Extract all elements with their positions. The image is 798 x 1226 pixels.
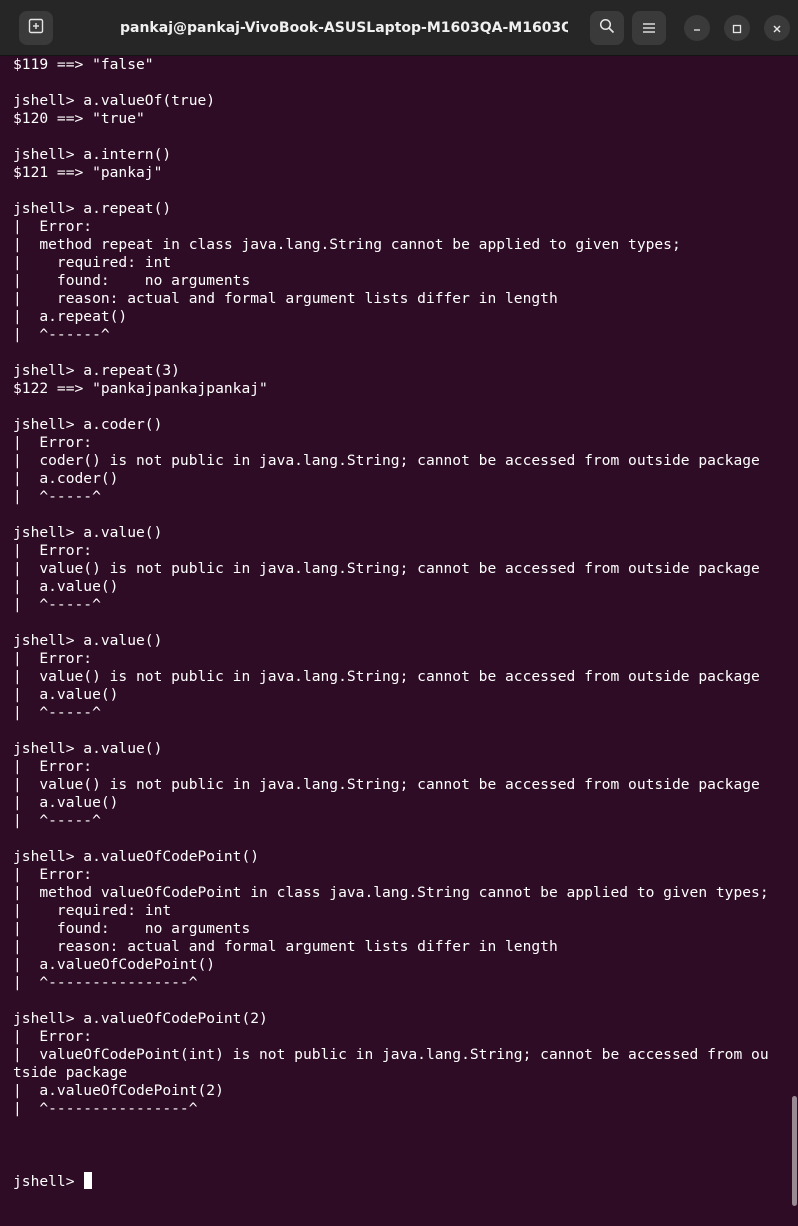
terminal-line: | ^----------------^ xyxy=(13,974,198,991)
text-cursor xyxy=(84,1172,93,1189)
active-prompt-line[interactable]: jshell> xyxy=(13,1172,798,1190)
terminal-line: | Error: xyxy=(13,650,93,667)
terminal-line: | method repeat in class java.lang.Strin… xyxy=(13,236,681,253)
terminal-line: | value() is not public in java.lang.Str… xyxy=(13,776,760,793)
terminal-line: jshell> a.repeat(3) xyxy=(13,362,180,379)
terminal-line: $122 ==> "pankajpankajpankaj" xyxy=(13,380,268,397)
terminal-line: jshell> a.value() xyxy=(13,632,163,649)
terminal-line: jshell> a.coder() xyxy=(13,416,163,433)
terminal-line: | found: no arguments xyxy=(13,920,251,937)
terminal-line: | found: no arguments xyxy=(13,272,251,289)
terminal-line: jshell> a.valueOfCodePoint() xyxy=(13,848,260,865)
terminal-line: | ^-----^ xyxy=(13,812,101,829)
terminal-line: jshell> a.repeat() xyxy=(13,200,172,217)
close-icon xyxy=(772,19,782,38)
terminal-line: | required: int xyxy=(13,902,172,919)
terminal-line: | Error: xyxy=(13,758,93,775)
window-title: pankaj@pankaj-VivoBook-ASUSLaptop-M1603Q… xyxy=(120,20,568,36)
maximize-button[interactable] xyxy=(724,15,750,41)
search-icon xyxy=(599,18,615,38)
terminal-line: | a.repeat() xyxy=(13,308,128,325)
prompt-text: jshell> xyxy=(13,1173,84,1190)
terminal-line: | Error: xyxy=(13,434,93,451)
terminal-line: | a.value() xyxy=(13,686,119,703)
scrollbar[interactable] xyxy=(792,1096,797,1206)
terminal-line: $121 ==> "pankaj" xyxy=(13,164,163,181)
terminal-view[interactable]: $119 ==> "false" jshell> a.valueOf(true) $… xyxy=(0,56,798,1206)
terminal-line: | ^-----^ xyxy=(13,596,101,613)
new-tab-icon xyxy=(28,18,44,38)
terminal-line: | a.value() xyxy=(13,578,119,595)
menu-button[interactable] xyxy=(632,11,666,45)
terminal-line: | value() is not public in java.lang.Str… xyxy=(13,668,760,685)
terminal-line: | Error: xyxy=(13,542,93,559)
terminal-line: jshell> a.value() xyxy=(13,524,163,541)
window-titlebar[interactable]: pankaj@pankaj-VivoBook-ASUSLaptop-M1603Q… xyxy=(0,0,798,56)
terminal-line: | valueOfCodePoint(int) is not public in… xyxy=(13,1046,769,1063)
terminal-line: | coder() is not public in java.lang.Str… xyxy=(13,452,760,469)
search-button[interactable] xyxy=(590,11,624,45)
terminal-line: | ^-----^ xyxy=(13,488,101,505)
terminal-line: | method valueOfCodePoint in class java.… xyxy=(13,884,769,901)
terminal-line: | ^------^ xyxy=(13,326,110,343)
terminal-output: $119 ==> "false" jshell> a.valueOf(true) $… xyxy=(0,56,798,1136)
terminal-line: $120 ==> "true" xyxy=(13,110,145,127)
terminal-line: | a.valueOfCodePoint(2) xyxy=(13,1082,224,1099)
maximize-icon xyxy=(732,19,742,38)
close-button[interactable] xyxy=(764,15,790,41)
terminal-line: | required: int xyxy=(13,254,172,271)
terminal-line: $119 ==> "false" xyxy=(13,56,154,73)
terminal-line: | a.coder() xyxy=(13,470,119,487)
terminal-line: | reason: actual and formal argument lis… xyxy=(13,290,558,307)
terminal-line: | Error: xyxy=(13,866,93,883)
terminal-line: jshell> a.valueOf(true) xyxy=(13,92,216,109)
terminal-line: | ^----------------^ xyxy=(13,1100,198,1117)
terminal-line: | a.valueOfCodePoint() xyxy=(13,956,216,973)
new-tab-button[interactable] xyxy=(19,11,53,45)
minimize-icon xyxy=(692,19,702,38)
terminal-line: | ^-----^ xyxy=(13,704,101,721)
terminal-line: tside package xyxy=(13,1064,128,1081)
hamburger-menu-icon xyxy=(642,19,656,38)
terminal-line: jshell> a.valueOfCodePoint(2) xyxy=(13,1010,268,1027)
terminal-line: jshell> a.value() xyxy=(13,740,163,757)
terminal-line: | value() is not public in java.lang.Str… xyxy=(13,560,760,577)
terminal-line: | Error: xyxy=(13,1028,93,1045)
terminal-line: jshell> a.intern() xyxy=(13,146,172,163)
minimize-button[interactable] xyxy=(684,15,710,41)
terminal-line: | Error: xyxy=(13,218,93,235)
terminal-line: | a.value() xyxy=(13,794,119,811)
terminal-line: | reason: actual and formal argument lis… xyxy=(13,938,558,955)
